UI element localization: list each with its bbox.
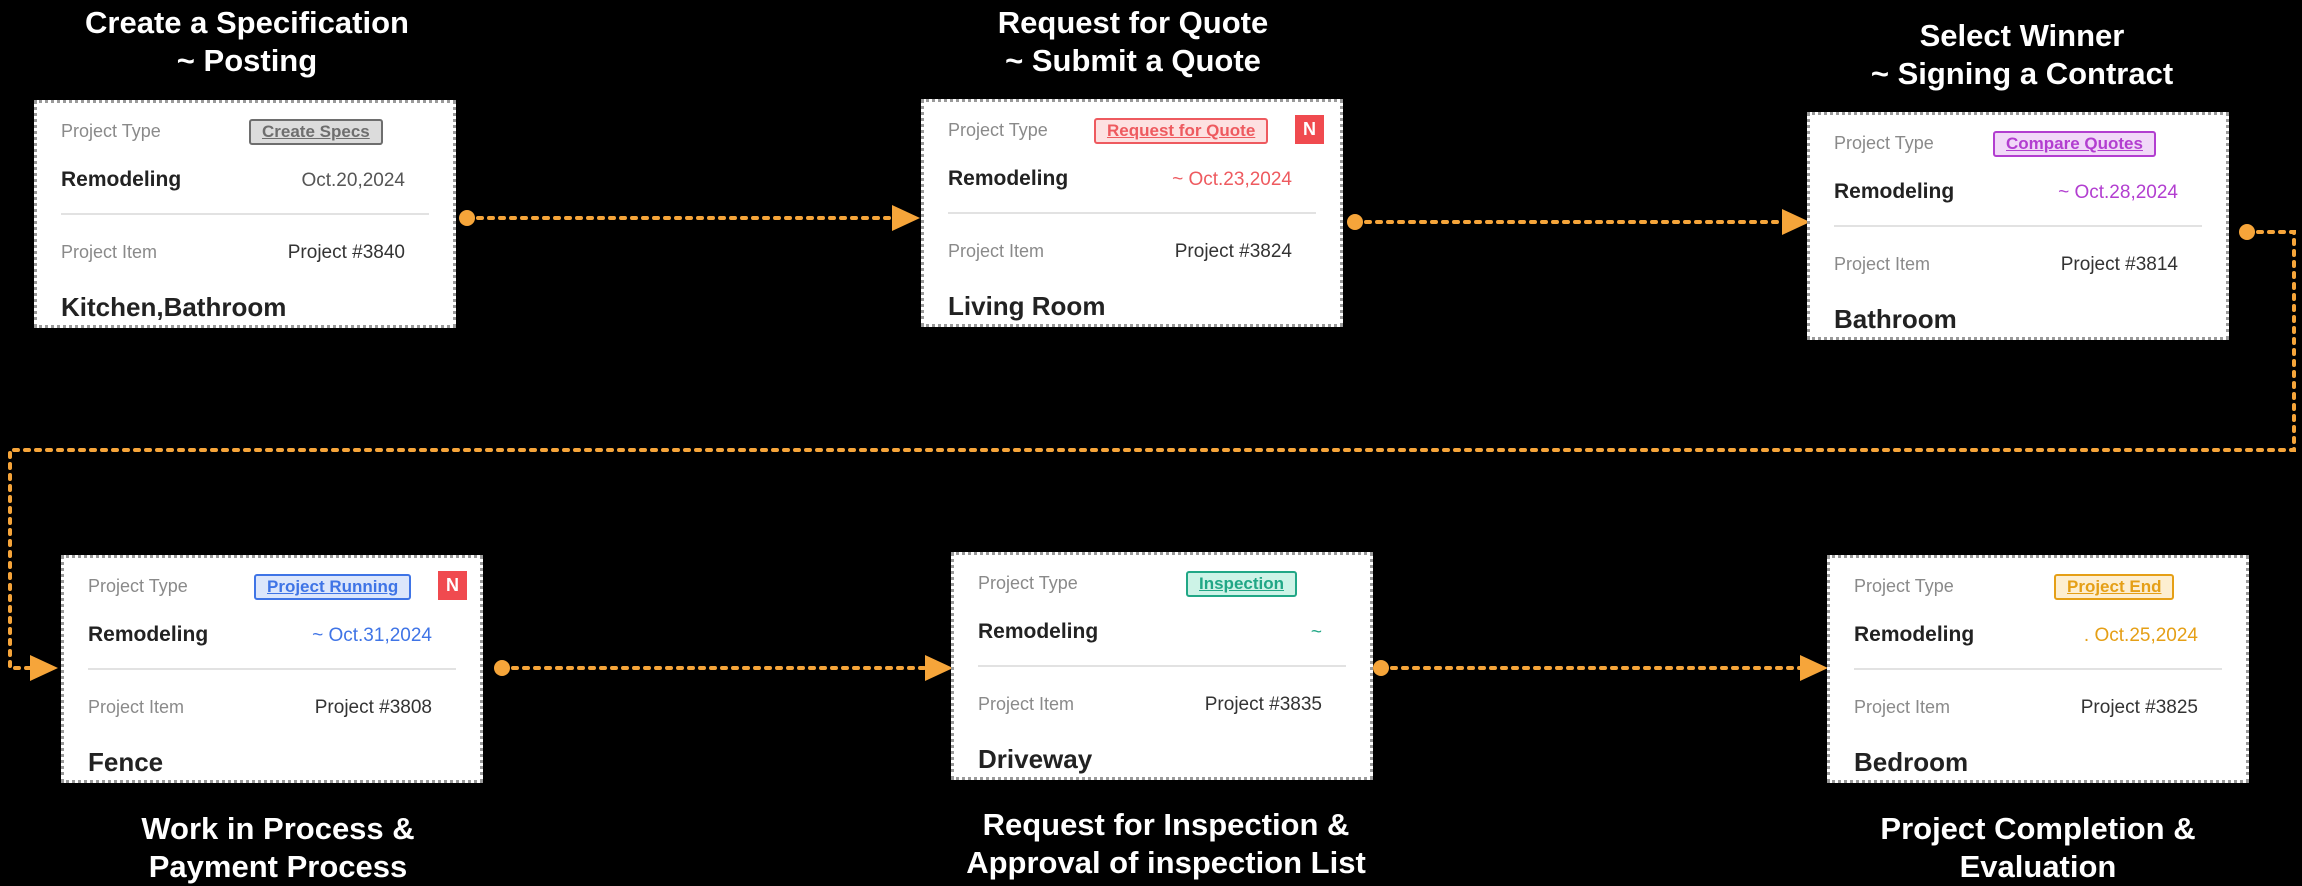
category-label: Remodeling — [1834, 180, 1955, 203]
new-badge: N — [1295, 115, 1324, 144]
project-item-label: Project Item — [978, 694, 1075, 714]
room-name: Bedroom — [1854, 747, 1969, 777]
project-number: Project #3835 — [1204, 694, 1322, 715]
room-name: Driveway — [978, 744, 1093, 774]
stage-3-title: Select Winner ~ Signing a Contract — [1870, 18, 2174, 91]
divider — [978, 665, 1346, 667]
stage-1-card[interactable]: Project Type Create Specs Remodeling Oct… — [34, 100, 456, 328]
project-number: Project #3808 — [314, 697, 432, 718]
date-value: . Oct.25,2024 — [2083, 625, 2198, 646]
stage-1-title: Create a Specification ~ Posting — [85, 5, 409, 78]
status-badge: Inspection — [1186, 571, 1298, 597]
status-badge: Create Specs — [249, 119, 383, 145]
category-label: Remodeling — [978, 620, 1099, 643]
date-value: ~ Oct.28,2024 — [2058, 182, 2178, 203]
status-badge: Project End — [2054, 574, 2175, 600]
divider — [1854, 668, 2222, 670]
date-value: Oct.20,2024 — [301, 170, 405, 191]
new-badge: N — [438, 571, 467, 600]
status-badge: Compare Quotes — [1993, 131, 2156, 157]
stage-2-card[interactable]: Project Type Request for Quote N Remodel… — [921, 99, 1343, 327]
project-type-label: Project Type — [1854, 576, 1954, 596]
divider — [61, 213, 429, 215]
room-name: Fence — [88, 747, 164, 777]
divider — [948, 212, 1316, 214]
room-name: Living Room — [948, 291, 1106, 321]
stage-6-title: Project Completion & Evaluation — [1880, 811, 2196, 884]
stage-2-title: Request for Quote ~ Submit a Quote — [997, 5, 1269, 78]
room-name: Bathroom — [1834, 304, 1957, 334]
category-label: Remodeling — [88, 623, 209, 646]
status-badge: Project Running — [254, 574, 412, 600]
divider — [88, 668, 456, 670]
project-number: Project #3825 — [2080, 697, 2198, 718]
stage-4-card[interactable]: Project Type Project Running N Remodelin… — [61, 555, 483, 783]
project-number: Project #3814 — [2060, 254, 2178, 275]
project-type-label: Project Type — [61, 121, 161, 141]
project-item-label: Project Item — [1854, 697, 1951, 717]
status-badge: Request for Quote — [1094, 118, 1269, 144]
stage-3-card[interactable]: Project Type Compare Quotes Remodeling ~… — [1807, 112, 2229, 340]
project-type-label: Project Type — [1834, 133, 1934, 153]
date-value: ~ Oct.31,2024 — [312, 625, 432, 646]
date-value: ~ Oct.23,2024 — [1172, 169, 1292, 190]
connector-4-5 — [494, 655, 953, 681]
category-label: Remodeling — [1854, 623, 1975, 646]
divider — [1834, 225, 2202, 227]
stage-6-card[interactable]: Project Type Project End Remodeling . Oc… — [1827, 555, 2249, 783]
stage-5-card[interactable]: Project Type Inspection Remodeling ~ Pro… — [951, 552, 1373, 780]
connector-2-3 — [1347, 209, 1810, 235]
project-item-label: Project Item — [948, 241, 1045, 261]
category-label: Remodeling — [948, 167, 1069, 190]
stage-4-title: Work in Process & Payment Process — [141, 811, 415, 884]
project-number: Project #3840 — [287, 242, 405, 263]
category-label: Remodeling — [61, 168, 182, 191]
connector-1-2 — [459, 205, 920, 231]
project-item-label: Project Item — [1834, 254, 1931, 274]
stage-5-title: Request for Inspection & Approval of ins… — [966, 807, 1366, 880]
project-number: Project #3824 — [1174, 241, 1292, 262]
room-name: Kitchen,Bathroom — [61, 292, 287, 322]
project-item-label: Project Item — [88, 697, 185, 717]
project-item-label: Project Item — [61, 242, 158, 262]
project-type-label: Project Type — [88, 576, 188, 596]
project-type-label: Project Type — [978, 573, 1078, 593]
date-value: ~ — [1310, 622, 1322, 643]
project-type-label: Project Type — [948, 120, 1048, 140]
connector-5-6 — [1373, 655, 1828, 681]
